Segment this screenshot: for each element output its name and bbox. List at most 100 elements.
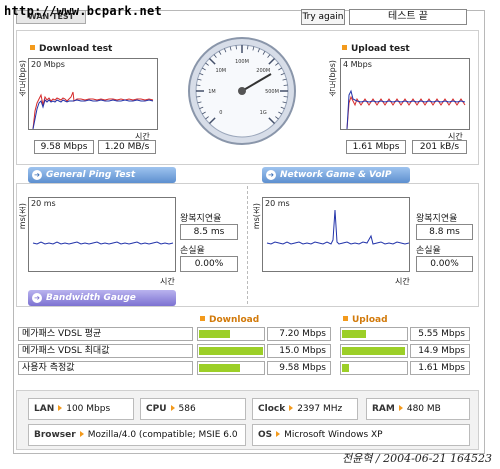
lan-label: LAN <box>34 404 55 414</box>
gauge-tick-label: 1G <box>260 110 267 116</box>
upload-head-text: Upload <box>352 315 388 325</box>
site-url-overlay: http://www.bcpark.net <box>4 4 163 18</box>
arrow-right-icon <box>170 405 175 411</box>
arrow-right-icon <box>398 405 403 411</box>
gauge-tick <box>235 45 237 50</box>
download-bar <box>199 347 263 355</box>
lan-value: 100 Mbps <box>66 404 111 414</box>
download-mbps-value: 9.58 Mbps <box>34 140 94 154</box>
download-bar <box>199 364 240 372</box>
gauge-tick-label: 200M <box>256 68 270 74</box>
clock-info: Clock 2397 MHz <box>252 398 358 420</box>
download-title-text: Download test <box>39 44 113 54</box>
gauge-tick <box>196 84 201 86</box>
download-value: 15.0 Mbps <box>267 344 331 358</box>
bandwidth-banner-text: Bandwidth Gauge <box>46 293 136 303</box>
upload-value: 14.9 Mbps <box>410 344 470 358</box>
download-mbs-value: 1.20 MB/s <box>98 140 156 154</box>
download-column-head: Download <box>200 315 259 325</box>
clock-value: 2397 MHz <box>297 404 343 414</box>
bandwidth-row-label: 메가패스 VDSL 최대값 <box>18 344 193 358</box>
bandwidth-row-label: 메가패스 VDSL 평균 <box>18 327 193 341</box>
download-value: 9.58 Mbps <box>267 361 331 375</box>
game-time-label: 시간 <box>395 277 410 286</box>
gauge-tick-label: 100M <box>235 59 249 65</box>
game-rtt-label: 왕복지연율 <box>416 214 458 224</box>
upload-axis-label: 속도(bps) <box>328 60 337 97</box>
bandwidth-banner[interactable]: ➔ Bandwidth Gauge <box>28 290 176 306</box>
upload-bar <box>342 347 405 355</box>
upload-value: 5.55 Mbps <box>410 327 470 341</box>
gauge-tick <box>283 84 288 86</box>
section-divider <box>247 186 248 304</box>
browser-label: Browser <box>34 430 76 440</box>
speed-gauge: 0 1M 10M 100M 200M 500M 1G <box>188 37 296 145</box>
ping-loss-value: 0.00% <box>180 256 238 272</box>
gauge-tick <box>196 96 201 98</box>
signature-text: 전윤혁 / 2004-06-21 164523 <box>342 452 492 465</box>
download-bar-cell <box>197 344 265 358</box>
gauge-hub <box>238 87 246 95</box>
status-box: 테스트 끝 <box>349 9 467 25</box>
clock-label: Clock <box>258 404 286 414</box>
game-voip-banner[interactable]: ➔Network Game & VoIP Test <box>262 167 410 196</box>
ping-loss-label: 손실율 <box>180 246 205 256</box>
gauge-tick-label: 500M <box>265 89 279 95</box>
upload-value: 1.61 Mbps <box>410 361 470 375</box>
arrow-right-icon <box>289 405 294 411</box>
ram-label: RAM <box>372 404 395 414</box>
upload-bar-cell <box>340 327 408 341</box>
upload-chart <box>346 89 466 129</box>
cpu-info: CPU 586 <box>140 398 246 420</box>
try-again-button[interactable]: Try again <box>301 9 345 25</box>
cpu-label: CPU <box>146 404 167 414</box>
ping-time-label: 시간 <box>160 277 175 286</box>
lan-info: LAN 100 Mbps <box>28 398 134 420</box>
cpu-value: 586 <box>178 404 196 414</box>
upload-kbs-value: 201 kB/s <box>412 140 467 154</box>
browser-info: Browser Mozilla/4.0 (compatible; MSIE 6.0 <box>28 424 246 446</box>
gauge-tick <box>247 45 249 50</box>
arrow-right-icon: ➔ <box>32 293 42 303</box>
download-chart <box>32 91 154 129</box>
upload-column-head: Upload <box>343 315 388 325</box>
ram-info: RAM 480 MB <box>366 398 470 420</box>
arrow-right-icon: ➔ <box>266 170 276 180</box>
download-axis-label: 속도(bps) <box>18 60 27 97</box>
upload-graph: 4 Mbps <box>340 58 470 130</box>
gauge-tick-label: 0 <box>219 110 222 116</box>
download-head-text: Download <box>209 315 260 325</box>
upload-title-text: Upload test <box>351 44 410 54</box>
ram-value: 480 MB <box>406 404 441 414</box>
download-bar-cell <box>197 361 265 375</box>
os-value: Microsoft Windows XP <box>284 430 383 440</box>
ping-banner-text: General Ping Test <box>46 170 136 180</box>
ping-chart <box>32 241 174 245</box>
download-series-red <box>32 91 154 129</box>
download-graph: 20 Mbps <box>28 58 158 130</box>
gauge-tick-label: 1M <box>208 89 216 95</box>
game-rtt-value: 8.8 ms <box>416 224 473 240</box>
os-info: OS Microsoft Windows XP <box>252 424 470 446</box>
game-axis-label: ms(초) <box>252 203 261 230</box>
game-chart <box>266 209 409 245</box>
bullet-icon <box>200 316 205 321</box>
bullet-icon <box>342 45 347 50</box>
upload-bar <box>342 364 349 372</box>
download-value: 7.20 Mbps <box>267 327 331 341</box>
download-title: Download test <box>30 44 112 54</box>
ping-graph: 20 ms <box>28 197 176 272</box>
game-series <box>266 209 409 245</box>
download-bar <box>199 330 230 338</box>
game-graph: 20 ms <box>262 197 410 272</box>
gauge-tick <box>283 96 288 98</box>
ping-test-banner[interactable]: ➔ General Ping Test <box>28 167 176 183</box>
os-label: OS <box>258 430 273 440</box>
browser-value: Mozilla/4.0 (compatible; MSIE 6.0 <box>87 430 238 440</box>
bullet-icon <box>343 316 348 321</box>
arrow-right-icon: ➔ <box>32 170 42 180</box>
download-bar-cell <box>197 327 265 341</box>
upload-bar-cell <box>340 344 408 358</box>
upload-title: Upload test <box>342 44 410 54</box>
game-loss-value: 0.00% <box>416 256 473 272</box>
